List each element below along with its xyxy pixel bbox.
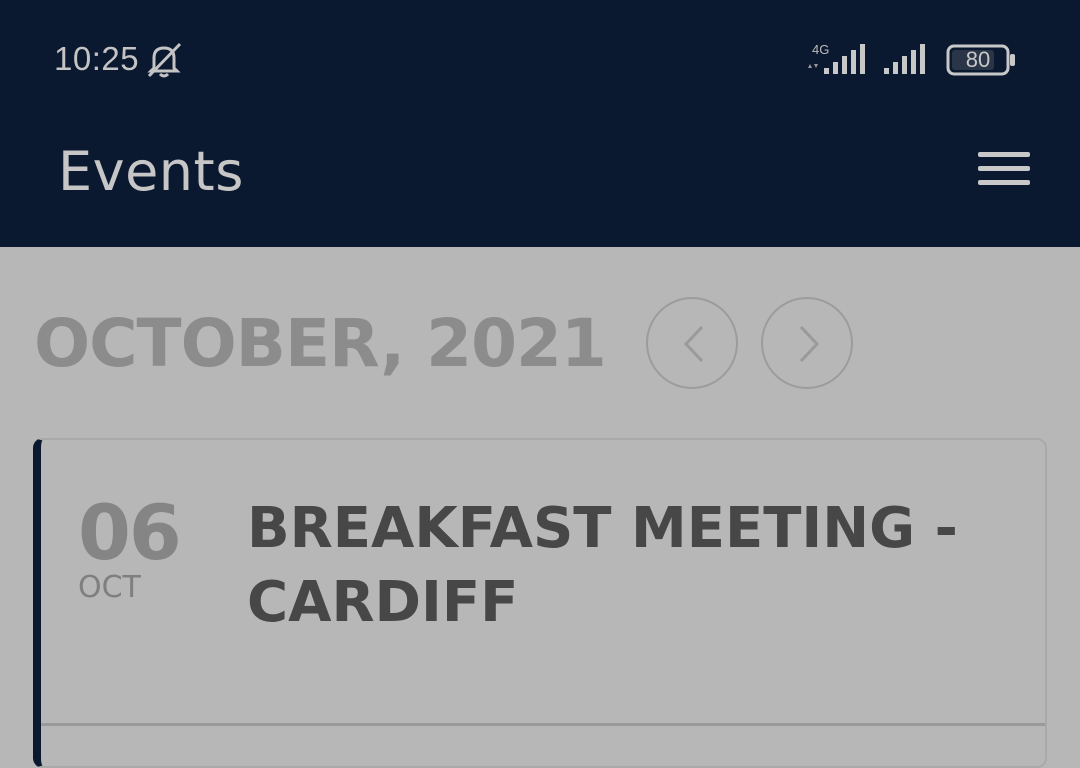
next-month-button[interactable]: [761, 297, 853, 389]
signal-icon: [884, 44, 925, 74]
card-divider: [41, 723, 1045, 726]
signal-icon: [808, 44, 865, 74]
battery-level: 80: [965, 47, 991, 72]
previous-month-button[interactable]: [646, 297, 738, 389]
chevron-left-icon: [683, 325, 704, 363]
hamburger-menu-icon[interactable]: [978, 152, 1030, 190]
status-time: 10:25: [54, 40, 140, 77]
event-month: OCT: [78, 570, 141, 605]
month-label: OCTOBER, 2021: [34, 305, 607, 382]
page-title: Events: [58, 140, 244, 203]
event-day: 06: [78, 488, 182, 577]
event-title[interactable]: BREAKFAST MEETING - CARDIFF: [247, 492, 1037, 640]
chevron-right-icon: [799, 325, 820, 363]
bell-off-icon: [147, 42, 182, 78]
